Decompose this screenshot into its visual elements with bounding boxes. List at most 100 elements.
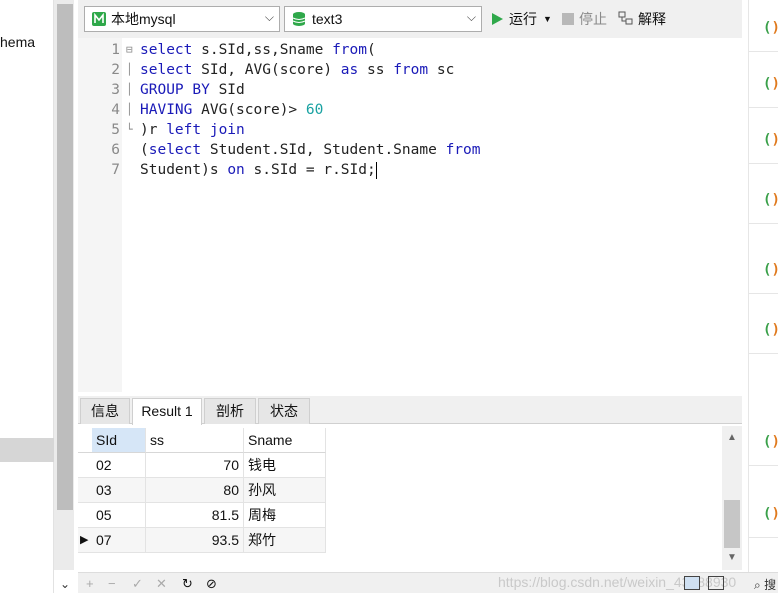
fold-guide: │ <box>126 103 133 116</box>
code-text: HAVING AVG(score)> 60 <box>140 100 323 120</box>
status-bar: + − ✓ ✕ ↻ ⊘ https://blog.csdn.net/weixin… <box>78 572 778 593</box>
column-header-ss[interactable]: ss <box>146 428 244 453</box>
sql-keyword: GROUP BY <box>140 82 210 98</box>
query-object-icon: () <box>763 192 778 208</box>
mysql-connection-icon <box>92 12 106 26</box>
connection-select[interactable]: 本地mysql ⌵ <box>84 6 280 32</box>
cell-sid[interactable]: 03 <box>92 478 146 503</box>
database-select[interactable]: text3 ⌵ <box>284 6 482 32</box>
grid-scrollbar-thumb[interactable] <box>724 500 740 548</box>
cell-sid[interactable]: 05 <box>92 503 146 528</box>
delete-record-icon[interactable]: − <box>108 576 116 591</box>
table-row[interactable]: 03 80 孙风 <box>78 478 326 503</box>
discard-changes-icon[interactable]: ✕ <box>156 576 167 592</box>
scroll-down-icon[interactable]: ▼ <box>727 552 737 563</box>
stop-query-icon[interactable]: ⊘ <box>206 576 217 592</box>
fold-guide: │ <box>126 63 133 76</box>
left-scrollbar-thumb[interactable] <box>57 4 73 510</box>
stop-button[interactable]: 停止 <box>562 9 607 29</box>
cell-ss[interactable]: 93.5 <box>146 528 244 553</box>
chevron-down-icon[interactable]: ⌵ <box>467 10 476 25</box>
run-dropdown-icon[interactable]: ▼ <box>543 14 552 24</box>
selected-row-band[interactable] <box>0 438 54 462</box>
query-object-icon: () <box>763 20 778 36</box>
sql-keyword: select <box>140 42 193 58</box>
stop-icon <box>562 13 574 25</box>
row-indicator <box>78 478 92 503</box>
sql-keyword: from <box>332 42 367 58</box>
sql-text: s.SId,ss,Sname <box>192 42 333 58</box>
line-number: 4 <box>111 102 120 118</box>
object-list-item[interactable]: () <box>749 178 778 224</box>
apply-changes-icon[interactable]: ✓ <box>132 576 143 592</box>
object-list-item[interactable]: () <box>749 420 778 466</box>
database-icon <box>292 12 306 26</box>
object-list-item[interactable]: () <box>749 118 778 164</box>
query-object-icon: () <box>763 506 778 522</box>
tab-info[interactable]: 信息 <box>80 398 130 424</box>
form-view-icon[interactable] <box>708 576 724 590</box>
row-indicator-header <box>78 428 92 453</box>
object-list-item[interactable]: () <box>749 62 778 108</box>
left-panel: hema <box>0 0 54 593</box>
code-line[interactable]: 1 ⊟ select s.SId,ss,Sname from( <box>78 40 742 60</box>
column-header-sid[interactable]: SId <box>92 428 146 453</box>
sql-keyword: select <box>148 142 202 158</box>
sql-text: )r <box>140 122 167 138</box>
tab-result-1[interactable]: Result 1 <box>132 398 202 425</box>
tab-profile[interactable]: 剖析 <box>204 398 256 424</box>
left-scrollbar[interactable] <box>54 0 74 570</box>
object-list-item[interactable]: () <box>749 308 778 354</box>
cell-sname[interactable]: 郑竹 <box>244 528 326 553</box>
sql-keyword: on <box>227 162 245 178</box>
code-line[interactable]: 7 Student)s on s.SId = r.SId; <box>78 160 742 180</box>
cell-ss[interactable]: 81.5 <box>146 503 244 528</box>
grid-view-icon[interactable] <box>684 576 700 590</box>
table-row[interactable]: ▶ 07 93.5 郑竹 <box>78 528 326 553</box>
code-line[interactable]: 4 │ HAVING AVG(score)> 60 <box>78 100 742 120</box>
chevron-down-icon[interactable]: ⌵ <box>265 10 274 25</box>
grid-header: SId ss Sname <box>78 428 326 453</box>
code-text: )r left join <box>140 120 245 140</box>
sql-text: SId, AVG(score) <box>192 62 341 78</box>
refresh-icon[interactable]: ↻ <box>182 576 193 592</box>
cell-ss[interactable]: 80 <box>146 478 244 503</box>
search-field[interactable]: ⌕ 搜 <box>754 576 776 593</box>
result-tabs: 信息 Result 1 剖析 状态 <box>78 396 742 425</box>
code-line[interactable]: 6 (select Student.SId, Student.Sname from <box>78 140 742 160</box>
cell-sid[interactable]: 07 <box>92 528 146 553</box>
query-object-icon: () <box>763 132 778 148</box>
sql-text: SId <box>209 82 245 98</box>
cell-sname[interactable]: 钱电 <box>244 453 326 478</box>
stop-label: 停止 <box>579 11 607 27</box>
add-record-icon[interactable]: + <box>86 576 94 591</box>
line-number: 2 <box>111 62 120 78</box>
explain-button[interactable]: 解释 <box>618 9 666 29</box>
object-list-item[interactable]: () <box>749 248 778 294</box>
cell-sname[interactable]: 孙风 <box>244 478 326 503</box>
query-object-icon: () <box>763 322 778 338</box>
schema-label[interactable]: hema <box>0 34 35 50</box>
table-row[interactable]: 05 81.5 周梅 <box>78 503 326 528</box>
code-text: (select Student.SId, Student.Sname from <box>140 140 480 160</box>
object-list-item[interactable]: () <box>749 492 778 538</box>
code-line[interactable]: 2 │ select SId, AVG(score) as ss from sc <box>78 60 742 80</box>
table-row[interactable]: 02 70 钱电 <box>78 453 326 478</box>
cell-sid[interactable]: 02 <box>92 453 146 478</box>
tab-status[interactable]: 状态 <box>258 398 310 424</box>
code-line[interactable]: 3 │ GROUP BY SId <box>78 80 742 100</box>
right-object-panel: () () () () () () () () <box>748 0 778 572</box>
sql-editor[interactable]: 1 ⊟ select s.SId,ss,Sname from(2 │ select SI… <box>78 38 742 392</box>
code-line[interactable]: 5 └)r left join <box>78 120 742 140</box>
cell-ss[interactable]: 70 <box>146 453 244 478</box>
chevron-down-icon[interactable]: ⌄ <box>60 577 70 591</box>
grid-scrollbar[interactable]: ▲ ▼ <box>722 426 742 570</box>
cell-sname[interactable]: 周梅 <box>244 503 326 528</box>
scroll-up-icon[interactable]: ▲ <box>727 432 737 443</box>
fold-toggle-icon[interactable]: ⊟ <box>126 40 133 60</box>
object-list-item[interactable]: () <box>749 6 778 52</box>
run-button[interactable]: 运行 ▼ <box>490 9 552 29</box>
sql-text: ss <box>358 62 394 78</box>
sql-keyword: select <box>140 62 193 78</box>
column-header-sname[interactable]: Sname <box>244 428 326 453</box>
